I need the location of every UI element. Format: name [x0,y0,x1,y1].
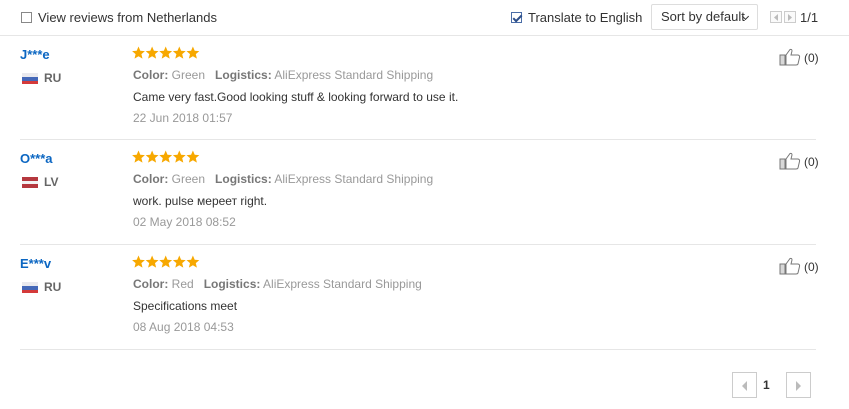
review-product-info: Color: Green Logistics: AliExpress Standa… [133,68,433,82]
logistics-label: Logistics: [215,68,272,82]
chevron-left-icon [742,381,747,391]
star-icon [186,255,200,268]
reviewer-country: RU [44,71,62,85]
rating-stars [132,255,200,272]
review-date: 02 May 2018 08:52 [133,215,236,229]
color-label: Color: [133,68,169,82]
thumbs-up-icon[interactable] [779,257,801,278]
star-icon [186,46,200,59]
reviewer-country: RU [44,280,62,294]
view-reviews-from-netherlands-label[interactable]: View reviews from Netherlands [38,10,217,25]
star-icon [132,46,145,59]
star-icon [186,150,200,163]
star-icon [132,255,145,268]
review-date: 08 Aug 2018 04:53 [133,320,234,334]
next-page-button[interactable] [786,372,811,398]
review-text: Came very fast.Good looking stuff & look… [133,90,459,104]
prev-page-button[interactable] [732,372,757,398]
color-value: Red [171,277,194,291]
like-count: (0) [804,260,819,274]
rating-stars [132,150,200,167]
review-product-info: Color: Green Logistics: AliExpress Standa… [133,172,433,186]
color-label: Color: [133,277,169,291]
flag-lv-icon [22,177,38,188]
logistics-value: AliExpress Standard Shipping [263,277,422,291]
like-count: (0) [804,51,819,65]
chevron-right-icon [788,14,792,21]
review-text: Specifications meet [133,299,238,313]
review-item: O***a LV Color: Green Logistics: AliExpre… [20,139,819,245]
view-reviews-from-netherlands-checkbox[interactable] [21,12,32,23]
flag-ru-icon [22,282,38,293]
logistics-label: Logistics: [215,172,272,186]
star-icon [172,46,186,59]
current-page-number[interactable]: 1 [763,378,770,392]
logistics-value: AliExpress Standard Shipping [274,172,434,186]
chevron-right-icon [796,381,801,391]
star-icon [172,150,186,163]
review-item: J***e RU Color: Green Logistics: AliExpre… [20,35,819,140]
reviewer-country: LV [44,175,59,189]
logistics-label: Logistics: [203,277,261,291]
rating-stars [132,46,200,63]
star-icon [145,150,159,163]
sort-dropdown-label: Sort by default [661,9,745,24]
star-icon [159,150,173,163]
translate-to-english-label[interactable]: Translate to English [528,10,642,25]
color-value: Green [171,68,206,82]
reviewer-name: E***v [20,256,52,271]
star-icon [145,255,159,268]
page-indicator: 1/1 [800,10,819,25]
prev-page-mini-button[interactable] [770,11,782,23]
thumbs-up-icon[interactable] [779,48,801,69]
chevron-left-icon [774,14,778,21]
logistics-value: AliExpress Standard Shipping [274,68,434,82]
star-icon [159,255,173,268]
review-text: work. pulse мереет right. [133,194,268,208]
flag-ru-icon [22,73,38,84]
review-item: E***v RU Color: Red Logistics: AliExpress… [20,244,819,350]
reviewer-name: J***e [20,47,50,62]
like-count: (0) [804,155,819,169]
star-icon [172,255,186,268]
color-value: Green [171,172,206,186]
reviewer-name: O***a [20,151,53,166]
review-product-info: Color: Red Logistics: AliExpress Standard… [133,277,422,291]
review-date: 22 Jun 2018 01:57 [133,111,233,125]
color-label: Color: [133,172,169,186]
reviews-toolbar: View reviews from Netherlands Translate … [0,0,849,36]
sort-dropdown[interactable]: Sort by default [651,4,758,30]
translate-to-english-checkbox[interactable] [511,12,522,23]
star-icon [132,150,145,163]
star-icon [145,46,159,59]
star-icon [159,46,173,59]
thumbs-up-icon[interactable] [779,152,801,173]
next-page-mini-button[interactable] [784,11,796,23]
